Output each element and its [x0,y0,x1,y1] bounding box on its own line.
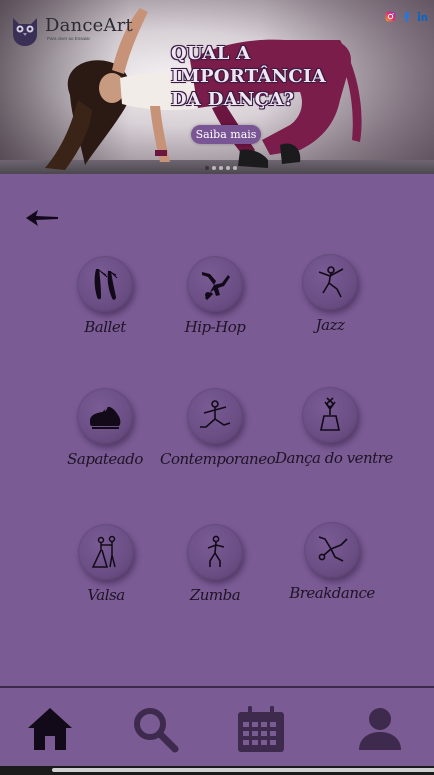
breakdancer-icon [318,536,348,562]
category-waltz[interactable]: Valsa [51,524,161,604]
brand-name: DanceArt [45,15,133,36]
category-label: Valsa [87,586,125,604]
ballet-shoes-icon [94,268,118,300]
category-button[interactable] [304,522,360,578]
carousel-dot[interactable] [205,166,209,170]
belly-dancer-icon [320,397,340,431]
hero-headline: QUAL A IMPORTÂNCIA DA DANÇA? [171,42,326,111]
jazz-dancer-icon [318,266,344,298]
categories-section: Ballet Hip-Hop Jazz Sapateado Contempora… [0,174,434,686]
zumba-dancer-icon [207,535,225,567]
brand-tagline: Para viver ao Ensaiar [47,36,91,41]
contemporary-dancer-icon [200,400,231,428]
facebook-icon[interactable] [401,11,412,22]
category-label: Breakdance [289,584,375,602]
category-belly-dance[interactable]: Dança do ventre [275,387,393,467]
waltz-couple-icon [91,535,116,568]
app-screen: DanceArt Para viver ao Ensaiar QUAL A IM… [0,0,434,775]
category-label: Jazz [315,316,345,334]
user-icon [359,708,401,750]
category-button[interactable] [187,256,243,312]
category-button[interactable] [302,254,358,310]
category-button[interactable] [187,388,243,444]
arrow-left-icon[interactable] [24,208,60,228]
nav-profile[interactable] [353,702,407,756]
carousel-dot[interactable] [233,166,237,170]
hero-headline-line-3: DA DANÇA? [171,89,295,110]
bottom-navigation [0,686,434,775]
category-hip-hop[interactable]: Hip-Hop [160,256,270,336]
hero-banner[interactable]: DanceArt Para viver ao Ensaiar QUAL A IM… [0,0,434,174]
category-button[interactable] [77,388,133,444]
calendar-icon [238,706,284,752]
learn-more-button[interactable]: Saiba mais [191,125,261,144]
hero-headline-line-1: QUAL A [171,43,251,64]
hip-hop-dancer-icon [202,272,230,301]
nav-search[interactable] [128,702,182,756]
category-label: Dança do ventre [275,449,393,467]
category-label: Ballet [84,318,126,336]
linkedin-icon[interactable] [417,11,428,22]
category-label: Hip-Hop [184,318,246,336]
carousel-dot[interactable] [226,166,230,170]
brand-logo[interactable]: DanceArt Para viver ao Ensaiar [7,12,133,48]
category-ballet[interactable]: Ballet [50,256,160,336]
category-button[interactable] [302,387,358,443]
category-button[interactable] [78,524,134,580]
category-contemporary[interactable]: Contemporaneo [160,388,276,468]
category-zumba[interactable]: Zumba [160,524,270,604]
category-tap[interactable]: Sapateado [50,388,160,468]
tap-shoe-icon [90,406,121,429]
category-breakdance[interactable]: Breakdance [277,522,387,602]
search-icon [134,708,179,753]
home-indicator[interactable] [52,768,434,772]
instagram-icon[interactable] [385,11,396,22]
category-jazz[interactable]: Jazz [275,254,385,334]
owl-logo-icon [13,18,37,46]
category-button[interactable] [77,256,133,312]
hero-headline-line-2: IMPORTÂNCIA [171,66,327,87]
system-bottom-bar [0,766,434,775]
carousel-dot[interactable] [212,166,216,170]
category-button[interactable] [187,524,243,580]
category-label: Zumba [189,586,241,604]
home-icon [28,708,72,750]
nav-calendar[interactable] [234,702,288,756]
category-label: Sapateado [67,450,143,468]
category-label: Contemporaneo [160,450,276,468]
nav-home[interactable] [23,702,77,756]
carousel-dots [205,166,237,170]
social-links [385,11,428,22]
carousel-dot[interactable] [219,166,223,170]
